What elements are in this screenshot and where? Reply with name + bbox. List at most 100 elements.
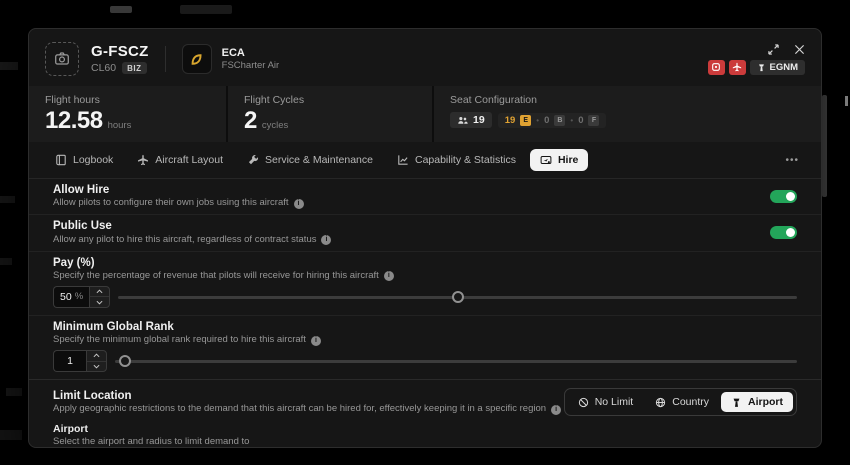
first-count: 0 — [578, 115, 583, 126]
option-airport[interactable]: Airport — [721, 392, 793, 412]
min-rank-stepper — [86, 350, 107, 372]
min-rank-title: Minimum Global Rank — [53, 320, 797, 334]
hire-icon — [540, 154, 552, 166]
info-icon[interactable]: i — [384, 271, 394, 281]
airport-title: Airport — [53, 423, 797, 436]
stepper-down-icon[interactable] — [90, 296, 109, 307]
stepper-up-icon[interactable] — [87, 351, 106, 361]
flight-hours-unit: hours — [108, 120, 132, 131]
tab-bar: Logbook Aircraft Layout Service & Mainte… — [29, 142, 821, 179]
min-rank-slider[interactable] — [115, 354, 797, 368]
info-icon[interactable]: i — [294, 199, 304, 209]
flight-hours-value: 12.58 — [45, 109, 103, 133]
camera-icon — [54, 51, 70, 67]
info-icon[interactable]: i — [321, 235, 331, 245]
pay-title: Pay (%) — [53, 256, 797, 270]
limit-location-section: Limit Location Apply geographic restrict… — [29, 380, 821, 420]
economy-class-badge: E — [520, 115, 531, 126]
tab-capability-statistics[interactable]: Capability & Statistics — [387, 149, 526, 171]
tab-service-maintenance[interactable]: Service & Maintenance — [237, 149, 383, 171]
slider-track[interactable] — [115, 360, 797, 363]
separator-dot: • — [536, 116, 539, 125]
header-divider — [165, 46, 166, 72]
operator-logo — [182, 44, 212, 74]
option-label: Country — [672, 396, 709, 408]
current-location-badge[interactable]: EGNM — [750, 60, 806, 75]
background-scrollbar — [822, 95, 827, 197]
seat-configuration-stat: Seat Configuration 19 19 E • 0 B — [434, 86, 821, 142]
limit-location-title: Limit Location — [53, 389, 561, 403]
stats-row: Flight hours 12.58 hours Flight Cycles 2… — [29, 86, 821, 142]
min-rank-description: Specify the minimum global rank required… — [53, 335, 306, 346]
more-tabs-button[interactable]: ••• — [779, 155, 805, 166]
close-icon[interactable] — [794, 44, 805, 55]
public-use-toggle[interactable] — [770, 226, 797, 239]
allow-hire-description: Allow pilots to configure their own jobs… — [53, 198, 289, 209]
modal-header: G-FSCZ CL60 BIZ ECA FSCharter Air — [29, 29, 821, 86]
chart-icon — [397, 154, 409, 166]
background-topbar-fragment — [110, 6, 132, 13]
hire-settings-panel: Allow Hire Allow pilots to configure the… — [29, 179, 821, 447]
min-rank-section: Minimum Global Rank Specify the minimum … — [29, 316, 821, 380]
info-icon[interactable]: i — [311, 336, 321, 346]
square-dot-icon — [711, 62, 721, 72]
pay-input[interactable]: 50 % — [53, 286, 89, 308]
flight-cycles-value: 2 — [244, 109, 257, 133]
airport-description: Select the airport and radius to limit d… — [53, 437, 797, 447]
background-text-fragment — [0, 196, 15, 203]
aircraft-photo-placeholder[interactable] — [45, 42, 79, 76]
no-limit-icon — [578, 397, 589, 408]
plane-icon — [137, 154, 149, 166]
pay-unit: % — [75, 291, 83, 302]
tab-label: Hire — [558, 154, 578, 166]
pay-description: Specify the percentage of revenue that p… — [53, 271, 379, 282]
tower-icon — [757, 63, 766, 72]
slider-handle[interactable] — [119, 355, 131, 367]
status-badge — [729, 60, 746, 75]
background-text-fragment — [0, 62, 18, 70]
tab-hire[interactable]: Hire — [530, 149, 588, 171]
tab-logbook[interactable]: Logbook — [45, 149, 123, 171]
separator-dot: • — [570, 116, 573, 125]
operator-name: FSCharter Air — [222, 60, 280, 71]
option-no-limit[interactable]: No Limit — [568, 392, 644, 412]
slider-handle[interactable] — [452, 291, 464, 303]
airport-subsection: Airport Select the airport and radius to… — [29, 420, 821, 447]
tab-aircraft-layout[interactable]: Aircraft Layout — [127, 149, 233, 171]
stepper-down-icon[interactable] — [87, 361, 106, 372]
stepper-up-icon[interactable] — [90, 287, 109, 297]
info-icon[interactable]: i — [551, 405, 561, 415]
min-rank-input[interactable]: 1 — [53, 350, 86, 372]
background-text-fragment — [0, 258, 12, 265]
total-seats-badge: 19 — [450, 112, 492, 128]
location-code: EGNM — [770, 62, 799, 73]
operator-code: ECA — [222, 47, 280, 59]
flight-cycles-label: Flight Cycles — [244, 94, 416, 106]
flight-hours-stat: Flight hours 12.58 hours — [29, 86, 226, 142]
flight-cycles-stat: Flight Cycles 2 cycles — [228, 86, 432, 142]
tab-label: Aircraft Layout — [155, 154, 223, 166]
expand-icon[interactable] — [768, 44, 779, 55]
flight-cycles-unit: cycles — [262, 120, 288, 131]
option-country[interactable]: Country — [645, 392, 719, 412]
option-label: Airport — [748, 396, 783, 408]
pay-section: Pay (%) Specify the percentage of revenu… — [29, 252, 821, 316]
allow-hire-section: Allow Hire Allow pilots to configure the… — [29, 179, 821, 215]
status-badge — [708, 60, 725, 75]
min-rank-value: 1 — [67, 355, 73, 367]
aircraft-category-badge: BIZ — [122, 62, 146, 74]
public-use-title: Public Use — [53, 219, 331, 233]
passengers-icon — [457, 115, 468, 126]
business-count: 0 — [544, 115, 549, 126]
pay-slider[interactable] — [118, 290, 797, 304]
background-text-fragment — [6, 388, 22, 396]
limit-location-description: Apply geographic restrictions to the dem… — [53, 404, 546, 415]
background-text-fragment — [0, 430, 22, 440]
wrench-icon — [247, 154, 259, 166]
tab-label: Capability & Statistics — [415, 154, 516, 166]
tower-icon — [731, 397, 742, 408]
allow-hire-toggle[interactable] — [770, 190, 797, 203]
plane-slash-icon — [732, 62, 742, 72]
aircraft-registration: G-FSCZ — [91, 44, 149, 61]
option-label: No Limit — [595, 396, 634, 408]
